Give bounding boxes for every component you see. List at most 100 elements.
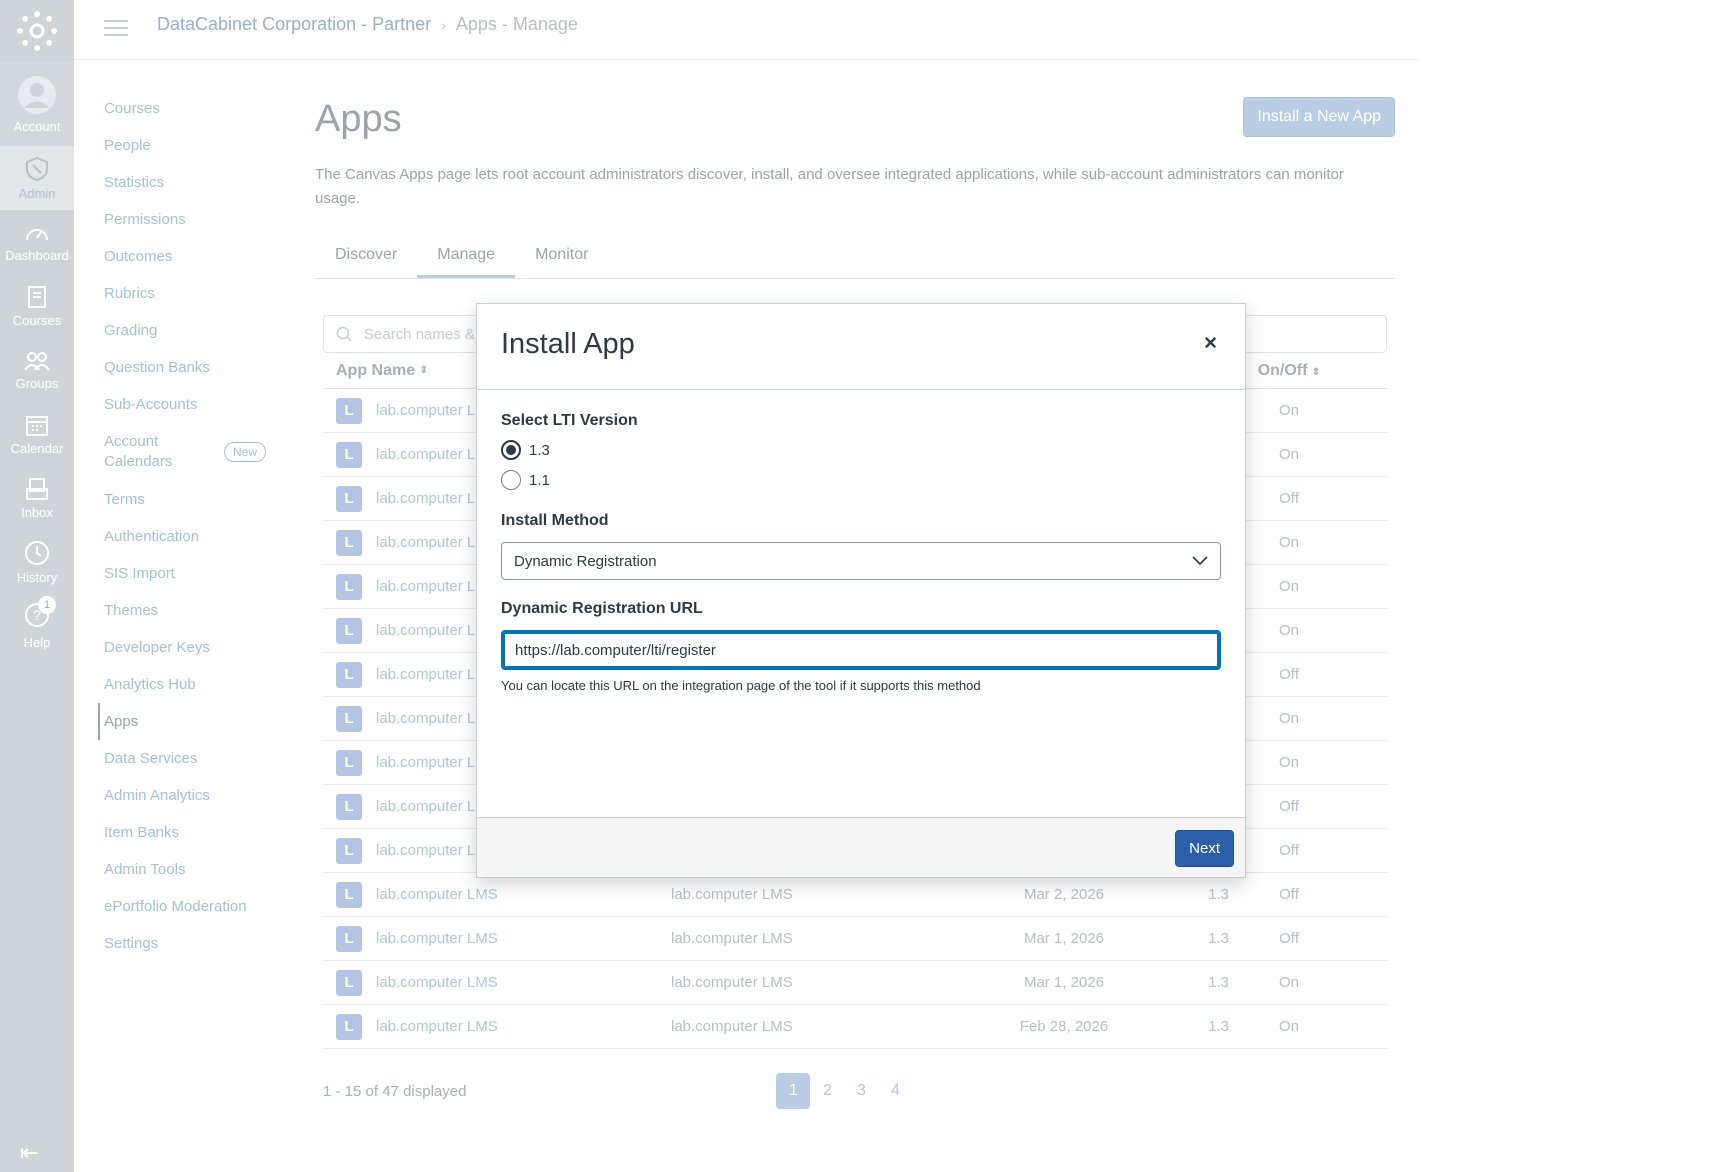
nav-item-permissions[interactable]: Permissions: [104, 201, 274, 238]
nav-item-people[interactable]: People: [104, 127, 274, 164]
nav-item-admin-analytics[interactable]: Admin Analytics: [104, 777, 274, 814]
app-logo-icon: L: [336, 793, 362, 820]
app-logo-icon: L: [336, 397, 362, 424]
lti-radio-1-1[interactable]: 1.1: [501, 470, 1221, 490]
gnav-calendar[interactable]: Calendar: [0, 402, 74, 466]
next-button[interactable]: Next: [1175, 830, 1234, 867]
page-4-button[interactable]: 4: [878, 1073, 912, 1109]
nav-item-sis-import[interactable]: SIS Import: [104, 555, 274, 592]
registration-url-value: https://lab.computer/lti/register: [515, 641, 716, 659]
app-name-link[interactable]: lab.computer L: [376, 842, 475, 859]
nav-item-apps[interactable]: Apps: [98, 703, 274, 740]
pagination: 1 2 3 4: [776, 1073, 912, 1109]
canvas-logo-icon[interactable]: [0, 0, 74, 62]
admin-shield-icon: [26, 156, 48, 181]
help-badge: 1: [38, 596, 56, 614]
app-name-link[interactable]: lab.computer LMS: [376, 1018, 498, 1035]
radio-checked-icon: [501, 440, 521, 460]
install-app-modal: Install App × Select LTI Version 1.3 1.1…: [476, 303, 1246, 878]
tab-manage[interactable]: Manage: [417, 241, 516, 278]
nav-item-account-calendars[interactable]: Account Calendars New: [104, 423, 274, 481]
app-name-link[interactable]: lab.computer L: [376, 534, 475, 551]
app-logo-icon: L: [336, 529, 362, 556]
breadcrumb: DataCabinet Corporation - Partner › Apps…: [157, 14, 578, 35]
nav-item-grading[interactable]: Grading: [104, 312, 274, 349]
nav-item-analytics-hub[interactable]: Analytics Hub: [104, 666, 274, 703]
install-new-app-button[interactable]: Install a New App: [1243, 97, 1395, 137]
gnav-courses[interactable]: Courses: [0, 274, 74, 338]
app-company: lab.computer LMS: [671, 886, 793, 903]
top-bar: DataCabinet Corporation - Partner › Apps…: [74, 0, 1419, 60]
gnav-account[interactable]: Account: [0, 62, 74, 146]
nav-item-settings[interactable]: Settings: [104, 925, 274, 962]
app-name-link[interactable]: lab.computer L: [376, 798, 475, 815]
nav-item-statistics[interactable]: Statistics: [104, 164, 274, 201]
gnav-courses-label: Courses: [12, 312, 62, 328]
lti-radio-1-3[interactable]: 1.3: [501, 440, 1221, 460]
app-name-link[interactable]: lab.computer L: [376, 446, 475, 463]
gnav-admin[interactable]: Admin: [0, 146, 74, 210]
inbox-icon: [26, 477, 48, 500]
app-name-link[interactable]: lab.computer L: [376, 622, 475, 639]
app-date: Mar 2, 2026: [1023, 886, 1105, 903]
app-name-link[interactable]: lab.computer L: [376, 578, 475, 595]
nav-item-data-services[interactable]: Data Services: [104, 740, 274, 777]
nav-item-themes[interactable]: Themes: [104, 592, 274, 629]
modal-body: Select LTI Version 1.3 1.1 Install Metho…: [477, 390, 1245, 818]
app-name-link[interactable]: lab.computer L: [376, 490, 475, 507]
gnav-admin-label: Admin: [18, 185, 56, 201]
app-name-link[interactable]: lab.computer LMS: [376, 930, 498, 947]
app-name-link[interactable]: lab.computer L: [376, 754, 475, 771]
tab-discover[interactable]: Discover: [315, 241, 417, 278]
app-name-link[interactable]: lab.computer L: [376, 710, 475, 727]
nav-item-developer-keys[interactable]: Developer Keys: [104, 629, 274, 666]
nav-item-eportfolio-moderation[interactable]: ePortfolio Moderation: [104, 888, 274, 925]
courses-icon: [28, 285, 46, 308]
breadcrumb-current: Apps - Manage: [455, 14, 578, 34]
app-company: lab.computer LMS: [671, 974, 793, 991]
app-logo-icon: L: [336, 837, 362, 864]
nav-item-outcomes[interactable]: Outcomes: [104, 238, 274, 275]
close-icon[interactable]: ×: [1204, 330, 1217, 356]
nav-item-sub-accounts[interactable]: Sub-Accounts: [104, 386, 274, 423]
nav-item-authentication[interactable]: Authentication: [104, 518, 274, 555]
gnav-help[interactable]: ? 1 Help: [0, 594, 74, 658]
gnav-history-label: History: [16, 569, 58, 585]
table-row: Llab.computer LMS lab.computer LMS Mar 1, …: [323, 917, 1387, 961]
page-1-button[interactable]: 1: [776, 1073, 811, 1109]
gnav-inbox[interactable]: Inbox: [0, 466, 74, 530]
hamburger-menu-icon[interactable]: [104, 15, 128, 41]
calendar-icon: [26, 415, 48, 436]
nav-item-rubrics[interactable]: Rubrics: [104, 275, 274, 312]
search-icon: [336, 326, 352, 342]
app-name-link[interactable]: lab.computer L: [376, 666, 475, 683]
history-icon: [25, 540, 49, 565]
app-company: lab.computer LMS: [671, 1018, 793, 1035]
tab-monitor[interactable]: Monitor: [515, 241, 608, 278]
nav-item-courses[interactable]: Courses: [104, 90, 274, 127]
nav-item-admin-tools[interactable]: Admin Tools: [104, 851, 274, 888]
page-2-button[interactable]: 2: [810, 1073, 844, 1109]
app-status: On: [1278, 622, 1299, 639]
app-name-link[interactable]: lab.computer L: [376, 402, 475, 419]
page-3-button[interactable]: 3: [844, 1073, 878, 1109]
app-logo-icon: L: [336, 705, 362, 732]
app-status: Off: [1279, 842, 1299, 859]
gnav-history[interactable]: History: [0, 530, 74, 594]
registration-url-input[interactable]: https://lab.computer/lti/register: [501, 630, 1221, 670]
nav-item-question-banks[interactable]: Question Banks: [104, 349, 274, 386]
app-name-link[interactable]: lab.computer LMS: [376, 886, 498, 903]
table-footer: 1 - 15 of 47 displayed 1 2 3 4: [323, 1073, 1395, 1109]
collapse-nav-icon[interactable]: ⇤: [20, 1140, 38, 1166]
app-logo-icon: L: [336, 617, 362, 644]
app-logo-icon: L: [336, 661, 362, 688]
app-name-link[interactable]: lab.computer LMS: [376, 974, 498, 991]
breadcrumb-parent[interactable]: DataCabinet Corporation - Partner: [157, 14, 431, 35]
nav-item-terms[interactable]: Terms: [104, 481, 274, 518]
install-method-select[interactable]: Dynamic Registration: [501, 542, 1221, 580]
gnav-groups[interactable]: Groups: [0, 338, 74, 402]
col-on-off[interactable]: On/Off ⇕: [1229, 362, 1349, 380]
gnav-dashboard[interactable]: Dashboard: [0, 210, 74, 274]
nav-item-item-banks[interactable]: Item Banks: [104, 814, 274, 851]
app-status: On: [1278, 446, 1299, 463]
